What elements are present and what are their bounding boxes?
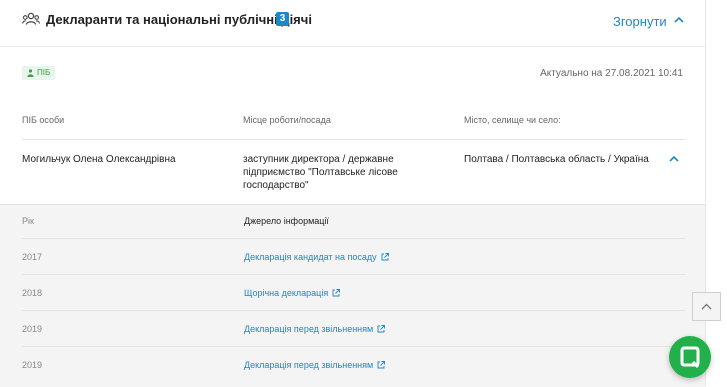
declaration-year: 2017 (22, 252, 43, 262)
collapse-button[interactable]: Згорнути (613, 14, 667, 29)
person-city: Полтава / Полтавська область / Україна (464, 154, 649, 165)
column-header-city: Місто, селище чи село: (464, 115, 561, 125)
column-header-position: Місце роботи/посада (243, 115, 331, 125)
section-title: Декларанти та національні публічні діячі (46, 12, 312, 27)
declaration-link[interactable]: Декларація перед звільненням (244, 324, 386, 334)
section-header: Декларанти та національні публічні діячі… (0, 0, 705, 47)
chevron-up-icon[interactable] (672, 13, 686, 27)
declarations-header-year: Рік (22, 216, 34, 226)
chat-icon (680, 346, 700, 369)
divider (22, 346, 685, 347)
filter-tag-label: ПІБ (37, 68, 51, 77)
person-icon (27, 69, 34, 77)
declaration-year: 2019 (22, 360, 43, 370)
external-link-icon (377, 325, 386, 333)
declaration-link[interactable]: Декларація кандидат на посаду (244, 252, 389, 262)
users-icon (22, 12, 40, 25)
scroll-to-top-button[interactable] (692, 292, 721, 321)
declarations-header-source: Джерело інформації (244, 216, 329, 226)
divider (22, 274, 685, 275)
divider (22, 310, 685, 311)
position-line: заступник директора / державне (243, 154, 394, 165)
declaration-link[interactable]: Щорічна декларація (244, 288, 341, 298)
declarations-panel: Рік Джерело інформації 2017 Декларація к… (0, 204, 705, 387)
declarants-card: Декларанти та національні публічні діячі… (0, 0, 706, 387)
external-link-icon (332, 289, 341, 297)
chevron-up-icon (701, 303, 712, 310)
updated-timestamp: Актуально на 27.08.2021 10:41 (540, 68, 683, 79)
declaration-year: 2019 (22, 324, 43, 334)
chat-button[interactable] (669, 336, 711, 378)
external-link-icon (381, 253, 389, 261)
page-gutter (706, 0, 727, 386)
external-link-icon (377, 361, 386, 369)
filter-tag[interactable]: ПІБ (22, 66, 56, 80)
person-name: Могильчук Олена Олександрівна (22, 154, 176, 165)
row-collapse-chevron-icon[interactable] (667, 152, 681, 166)
declaration-year: 2018 (22, 288, 43, 298)
column-header-name: ПІБ особи (22, 115, 65, 125)
divider (22, 238, 685, 239)
divider (22, 139, 685, 140)
position-line: господарство" (243, 180, 309, 191)
position-line: підприємство "Полтавське лісове (243, 167, 398, 178)
declaration-link[interactable]: Декларація перед звільненням (244, 360, 386, 370)
count-badge: 3 (276, 12, 289, 26)
person-position: заступник директора / державне підприємс… (243, 153, 398, 192)
